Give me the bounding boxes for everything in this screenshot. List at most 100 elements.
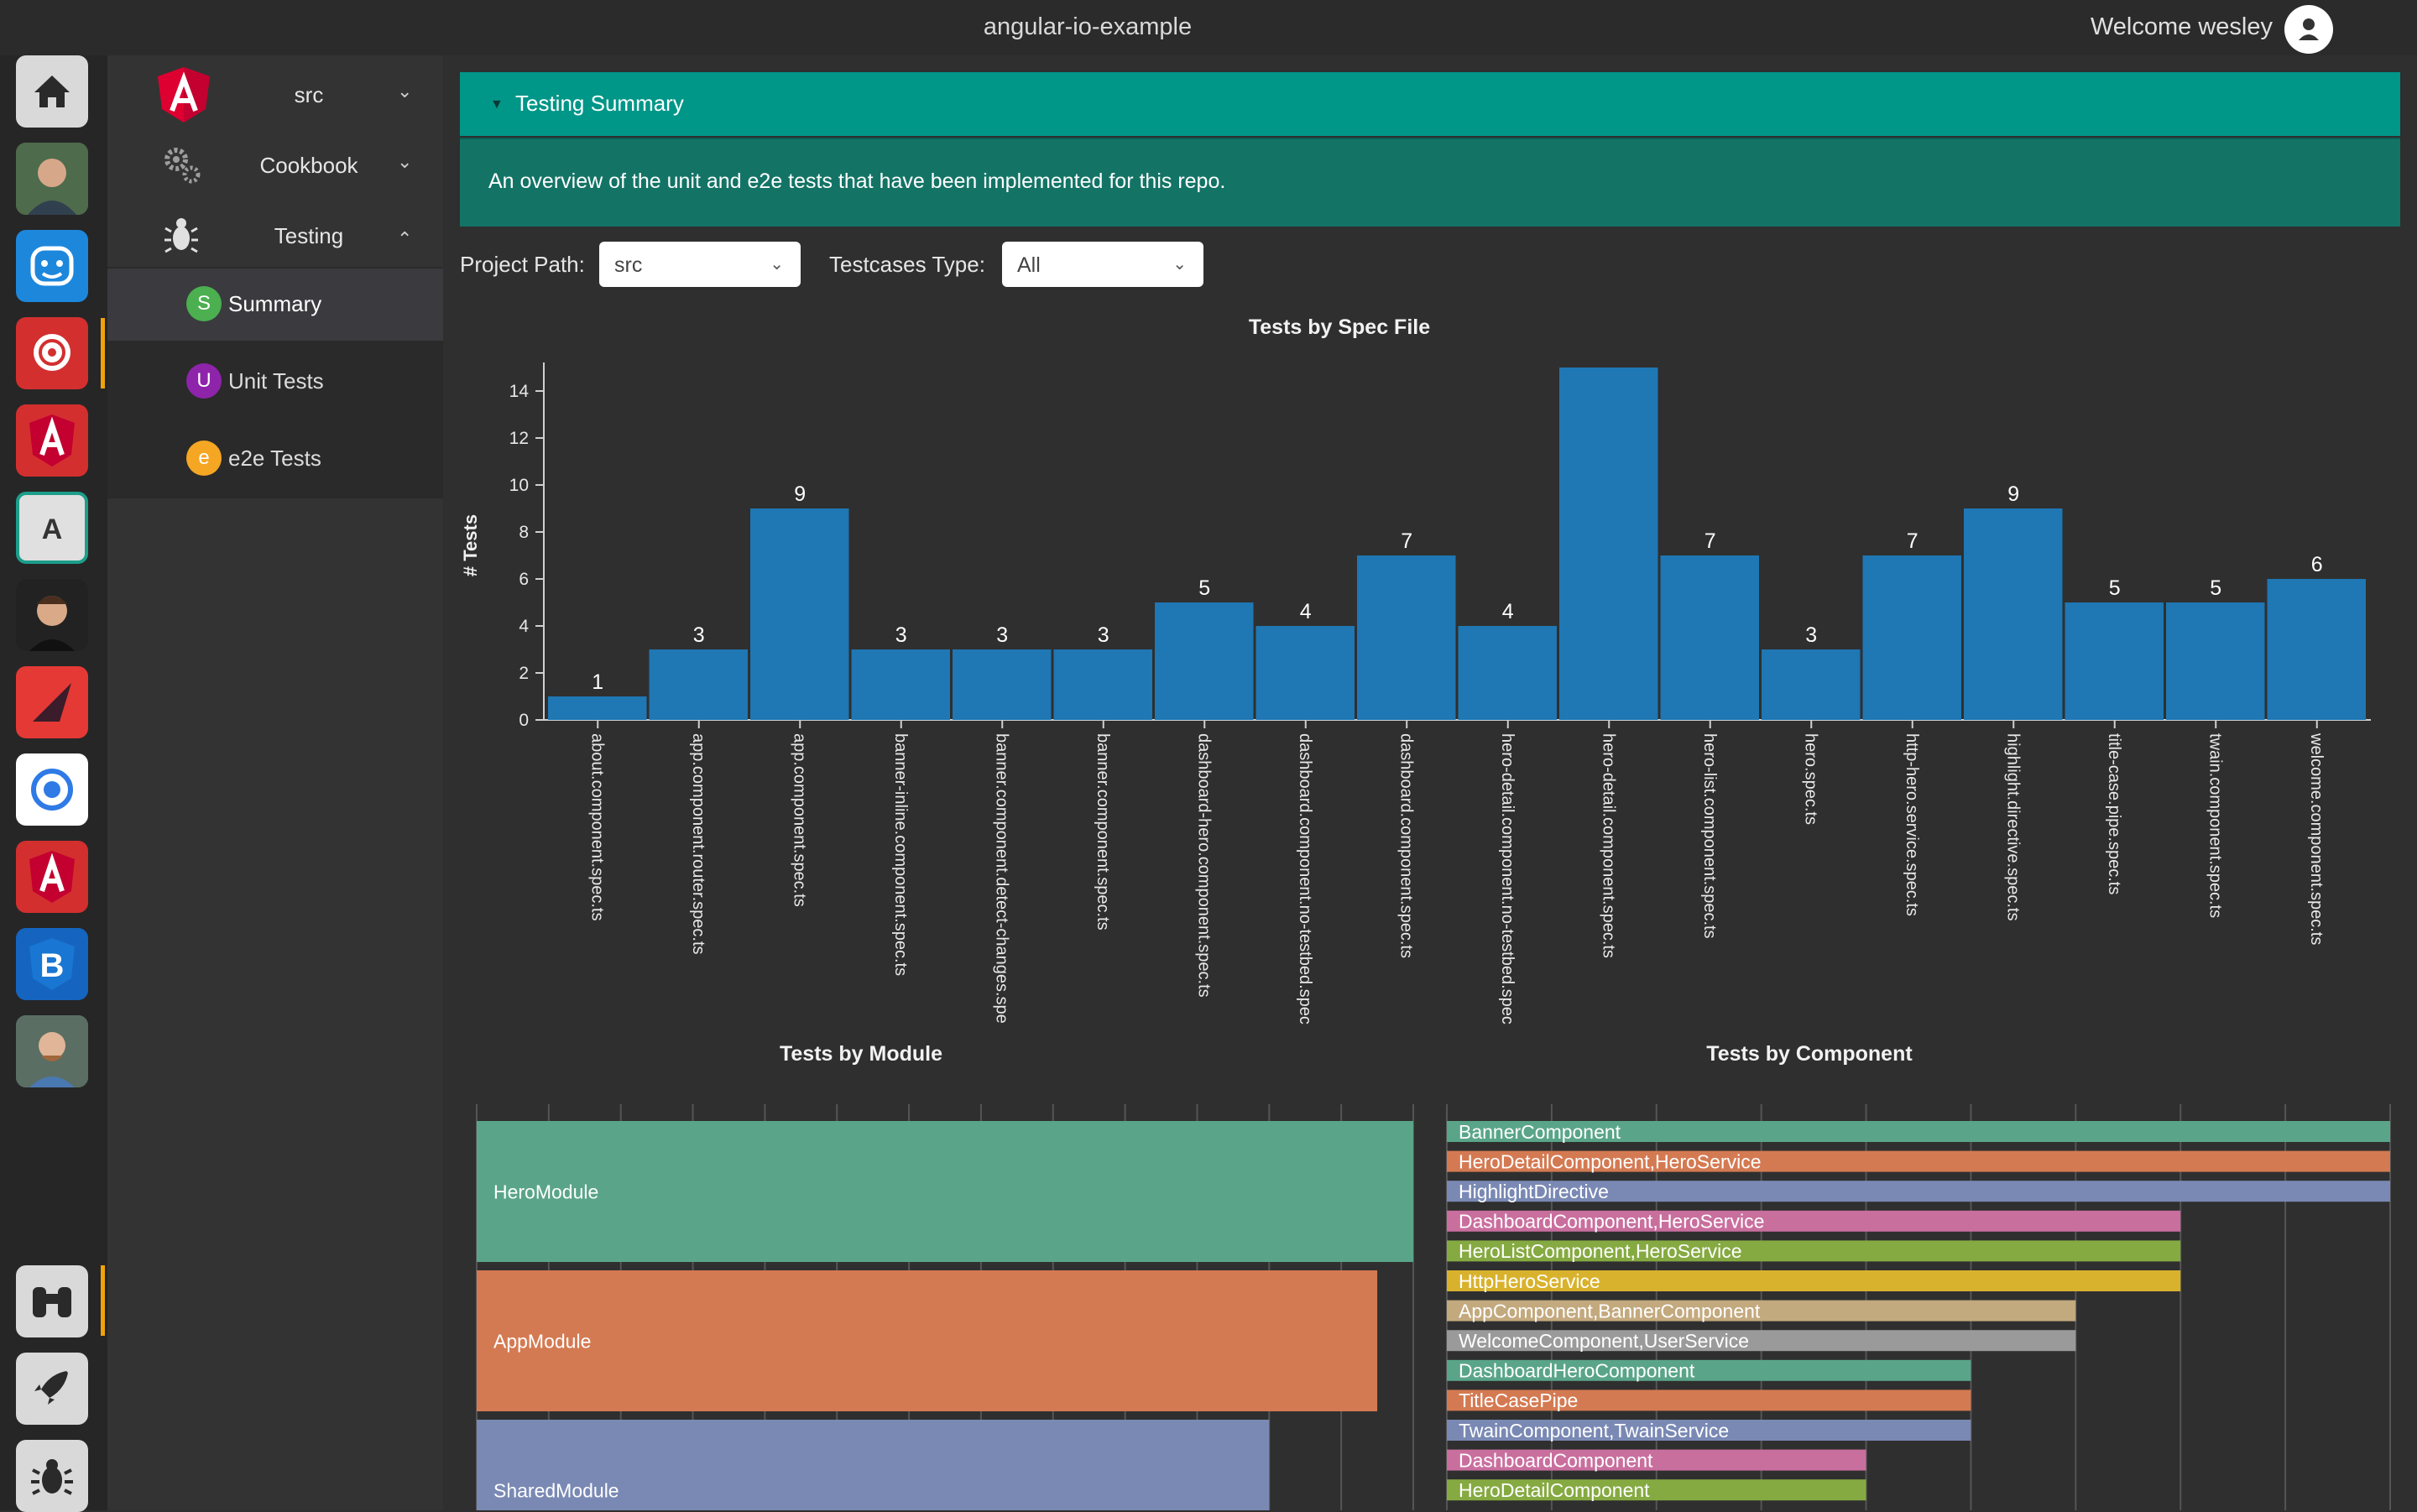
svg-text:A: A (42, 514, 63, 545)
tests-by-component-chart: BannerComponent HeroDetailComponent,HeroS… (1446, 1104, 2391, 1510)
bar (2267, 579, 2366, 720)
unit-tests-label: Unit Tests (228, 368, 324, 394)
x-tick-label: about.component.spec.ts (587, 733, 606, 920)
bar-label: HeroDetailComponent (1459, 1479, 1650, 1501)
summary-panel-header[interactable]: ▼ Testing Summary (460, 72, 2400, 136)
angular-app-icon-2[interactable] (16, 841, 88, 913)
caret-down-icon: ▼ (490, 97, 504, 112)
ring-app-icon[interactable] (16, 753, 88, 826)
bar (1559, 368, 1658, 720)
bar-label: DashboardComponent (1459, 1449, 1653, 1471)
bar (477, 1121, 1413, 1262)
bar (1458, 626, 1557, 720)
chevron-up-icon: ⌃ (397, 228, 413, 249)
bar-value-label: 6 (2311, 553, 2323, 576)
y-tick-label: 4 (519, 617, 529, 636)
nav-e2e-tests[interactable]: e e2e Tests (107, 423, 443, 495)
user-avatar-icon[interactable] (2284, 5, 2333, 54)
bug-icon (164, 218, 198, 253)
bar (1155, 602, 1254, 720)
bar-label: HighlightDirective (1459, 1181, 1609, 1202)
a-app-icon[interactable]: A (16, 492, 88, 564)
bar-value-label: 7 (1401, 529, 1412, 553)
project-path-value: src (614, 253, 643, 277)
y-tick-label: 12 (509, 429, 529, 448)
robot-app-icon[interactable] (16, 230, 88, 302)
y-tick-label: 6 (519, 570, 529, 589)
bar-value-label: 7 (1704, 529, 1716, 553)
y-tick-label: 10 (509, 476, 529, 495)
summary-description: An overview of the unit and e2e tests th… (488, 169, 1226, 193)
welcome-text: Welcome wesley (2090, 13, 2273, 40)
module-chart-title: Tests by Module (779, 1042, 942, 1066)
bar-value-label: 9 (2007, 482, 2019, 506)
y-axis-label: # Tests (460, 514, 481, 576)
nav-cookbook-label: Cookbook (259, 153, 358, 178)
rocket-icon[interactable] (16, 1353, 88, 1425)
chevron-down-icon: ⌄ (397, 151, 413, 172)
tests-by-module-chart: HeroModule AppModule SharedModule (476, 1104, 1414, 1510)
avatar-3[interactable] (16, 1015, 88, 1087)
y-tick-label: 14 (509, 382, 530, 401)
bar-value-label: 3 (693, 623, 705, 647)
nav-cookbook[interactable]: Cookbook ⌄ (107, 133, 443, 200)
app-title: angular-io-example (983, 13, 1193, 40)
y-tick-label: 8 (519, 523, 529, 542)
tests-by-spec-file-chart: 0 2 4 6 8 10 12 14 # Tests 1 about.component.spec.… (460, 362, 2371, 1025)
bar (851, 649, 950, 720)
bar (1053, 649, 1152, 720)
bootstrap-app-icon[interactable]: B (16, 928, 88, 1000)
x-tick-label: banner-inline.component.spec.ts (891, 733, 910, 976)
nav-unit-tests[interactable]: U Unit Tests (107, 346, 443, 418)
bar-label: BannerComponent (1459, 1121, 1621, 1143)
x-tick-label: highlight.directive.spec.ts (2003, 733, 2022, 920)
at-app-icon[interactable] (16, 317, 88, 389)
x-tick-label: app.component.spec.ts (790, 733, 808, 907)
user-silhouette-icon (2299, 18, 2319, 40)
x-tick-label: dashboard-hero.component.spec.ts (1194, 733, 1213, 998)
x-tick-label: hero-detail.component.spec.ts (1599, 733, 1617, 958)
bar-label: AppModule (493, 1330, 591, 1352)
angular-app-icon[interactable] (16, 404, 88, 477)
bar-value-label: 5 (2210, 576, 2221, 600)
x-tick-label: hero.spec.ts (1801, 733, 1819, 825)
bar-value-label: 3 (1805, 623, 1817, 647)
y-tick-label: 2 (519, 664, 529, 683)
x-tick-label: twain.component.spec.ts (2206, 733, 2224, 918)
bar-label: DashboardComponent,HeroService (1459, 1211, 1764, 1233)
project-path-select[interactable]: src ⌄ (599, 242, 801, 287)
triangle-app-icon[interactable] (16, 666, 88, 738)
bar-label: WelcomeComponent,UserService (1459, 1330, 1749, 1352)
bar (477, 1270, 1378, 1411)
binoculars-icon[interactable] (16, 1265, 88, 1337)
x-tick-label: welcome.component.spec.ts (2307, 733, 2326, 945)
app-rail: A B (0, 55, 107, 1512)
nav-testing[interactable]: Testing ⌃ (107, 203, 443, 270)
nav-project-label: src (294, 82, 324, 107)
x-tick-label: dashboard.component.no-testbed.spec (1296, 733, 1314, 1025)
bar-label: AppComponent,BannerComponent (1459, 1300, 1761, 1322)
avatar-2[interactable] (16, 579, 88, 651)
bug-icon[interactable] (16, 1440, 88, 1512)
title-bar: angular-io-example Welcome wesley (0, 0, 2417, 55)
bar (750, 508, 849, 720)
bar-label: TitleCasePipe (1459, 1389, 1578, 1411)
testcases-type-select[interactable]: All ⌄ (1002, 242, 1203, 287)
x-tick-label: banner.component.detect-changes.spe (992, 733, 1010, 1024)
y-tick-label: 0 (519, 711, 529, 730)
summary-label: Summary (228, 291, 322, 316)
avatar-1[interactable] (16, 143, 88, 215)
bar-label: HttpHeroService (1459, 1270, 1600, 1292)
bar-label: HeroModule (493, 1181, 598, 1202)
angular-logo-icon (158, 67, 210, 123)
bar-value-label: 1 (592, 670, 603, 694)
home-icon[interactable] (16, 55, 88, 128)
chevron-down-icon: ⌄ (770, 255, 784, 274)
nav-project-src[interactable]: src ⌄ (107, 62, 443, 129)
bar (1762, 649, 1861, 720)
bar (649, 649, 748, 720)
rail-active-indicator-2 (101, 1265, 105, 1336)
project-path-label: Project Path: (460, 252, 585, 277)
bar-label: TwainComponent,TwainService (1459, 1420, 1729, 1442)
nav-summary[interactable]: S Summary (107, 269, 443, 341)
